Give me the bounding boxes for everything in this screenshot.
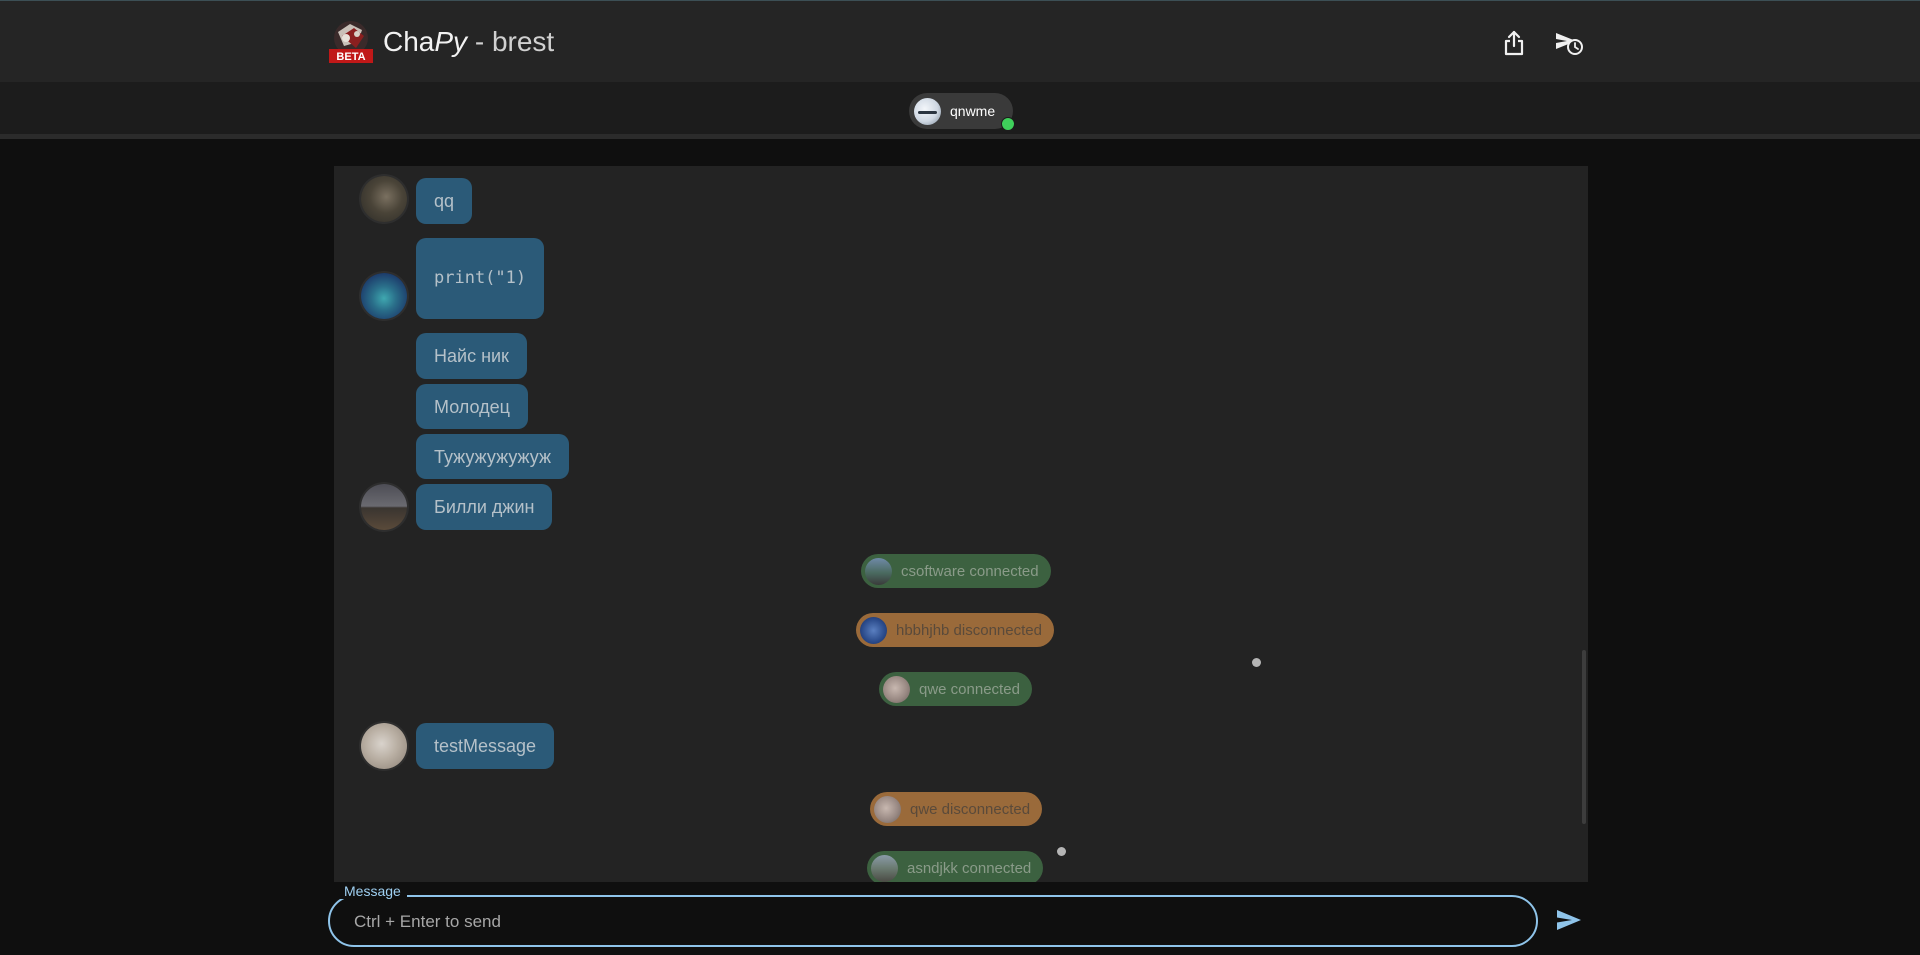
system-event-disconnected: qwe disconnected: [870, 792, 1043, 826]
cursor-dot: [1252, 658, 1261, 667]
system-event-connected: csoftware connected: [861, 554, 1051, 588]
avatar[interactable]: [361, 723, 407, 769]
avatar: [914, 97, 941, 125]
message-list[interactable]: qq print("1) Найс ник Молодец Тужужужужу…: [334, 166, 1588, 882]
message-input-wrapper: [328, 895, 1538, 947]
avatar[interactable]: [361, 484, 407, 530]
message-bubble: testMessage: [416, 723, 555, 769]
brand-py: Py: [434, 26, 468, 57]
avatar: [871, 854, 898, 882]
message-input[interactable]: [352, 897, 1516, 947]
chat-page: BETA ChaPy - brest qnwme qq print("1) На…: [0, 0, 1920, 955]
system-event-connected: qwe connected: [879, 672, 1032, 706]
avatar[interactable]: [361, 176, 407, 222]
online-status-dot: [1001, 117, 1015, 131]
event-text: asndjkk connected: [907, 859, 1032, 877]
app-header: BETA ChaPy - brest: [0, 0, 1920, 82]
user-chip[interactable]: qnwme: [909, 93, 1015, 131]
app-logo: BETA: [328, 20, 374, 64]
brand-cha: Cha: [383, 26, 435, 57]
avatar: [865, 557, 892, 585]
user-chip-name: qnwme: [950, 103, 996, 119]
avatar: [883, 675, 910, 703]
message-bubble: qq: [416, 178, 473, 224]
message-bubble: Найс ник: [416, 333, 527, 379]
avatar: [874, 795, 901, 823]
share-icon: [1504, 30, 1524, 56]
avatar[interactable]: [361, 273, 407, 319]
message-bubble: Билли джин: [416, 484, 553, 530]
message-input-label: Message: [338, 883, 407, 899]
leave-room-button[interactable]: [1552, 26, 1586, 60]
event-text: qwe disconnected: [910, 800, 1031, 818]
message-bubble: Тужужужужуж: [416, 434, 570, 479]
event-text: hbbhjhb disconnected: [896, 621, 1042, 639]
event-text: csoftware connected: [901, 562, 1039, 580]
cursor-dot: [1057, 847, 1066, 856]
system-event-disconnected: hbbhjhb disconnected: [856, 613, 1054, 647]
system-event-connected: asndjkk connected: [867, 851, 1044, 882]
event-text: qwe connected: [919, 680, 1020, 698]
share-button[interactable]: [1497, 26, 1531, 60]
online-users-bar: qnwme: [0, 82, 1920, 139]
room-name: - brest: [474, 26, 555, 57]
send-clock-icon: [1556, 33, 1583, 55]
send-button[interactable]: [1553, 905, 1585, 935]
app-title: ChaPy - brest: [383, 23, 554, 61]
send-icon: [1557, 910, 1581, 930]
chat-scrollbar[interactable]: [1582, 650, 1586, 824]
message-bubble: Молодец: [416, 384, 528, 429]
beta-badge: BETA: [336, 51, 365, 63]
message-bubble: print("1): [416, 238, 545, 319]
avatar: [860, 616, 887, 644]
